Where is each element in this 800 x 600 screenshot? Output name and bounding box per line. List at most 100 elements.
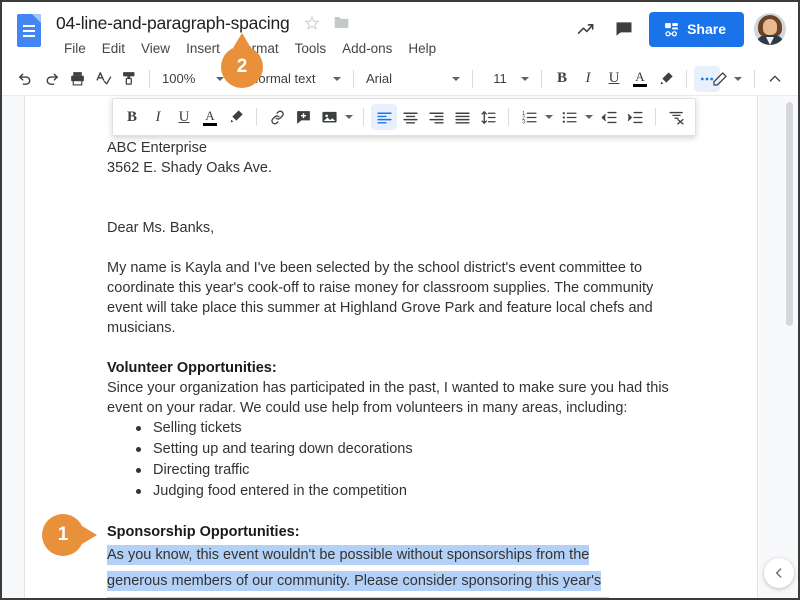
volunteer-bullet-list: Selling tickets Setting up and tearing d… (133, 418, 677, 502)
user-avatar[interactable] (754, 13, 786, 45)
address-line: 3562 E. Shady Oaks Ave. (107, 160, 272, 176)
font-size-value: 11 (493, 71, 507, 86)
list-item: Judging food entered in the competition (133, 481, 677, 502)
menu-addons[interactable]: Add-ons (334, 38, 400, 59)
volunteer-heading: Volunteer Opportunities: (107, 360, 277, 376)
svg-text:3: 3 (522, 119, 525, 125)
image-options-chevron-down-icon[interactable] (342, 104, 356, 130)
share-button[interactable]: Share (649, 11, 744, 47)
collapse-chevron-up-icon[interactable] (762, 66, 788, 92)
bulleted-list-chevron-down-icon[interactable] (582, 104, 596, 130)
insert-image-icon[interactable] (316, 104, 342, 130)
decrease-indent-icon[interactable] (596, 104, 622, 130)
chevron-left-icon[interactable] (764, 558, 794, 588)
font-family-select[interactable]: Arial (361, 68, 465, 89)
list-item: Selling tickets (133, 418, 677, 439)
undo-icon[interactable] (12, 66, 38, 92)
paint-format-icon[interactable] (116, 66, 142, 92)
menu-file[interactable]: File (56, 38, 94, 59)
edit-mode-pencil-icon (712, 71, 728, 87)
align-justify-icon[interactable] (449, 104, 475, 130)
volunteer-paragraph: Since your organization has participated… (107, 380, 669, 416)
callout-badge-1: 1 (42, 514, 97, 556)
bold-button[interactable]: B (549, 66, 575, 92)
folder-icon[interactable] (333, 15, 350, 30)
popup-text-color-button[interactable]: A (197, 104, 223, 130)
chevron-down-icon (521, 76, 529, 81)
document-area: ABC Enterprise 3562 E. Shady Oaks Ave. D… (2, 96, 798, 598)
highlight-pen-icon[interactable] (223, 104, 249, 130)
clear-formatting-icon[interactable] (663, 104, 689, 130)
numbered-list-icon[interactable]: 1 2 3 (516, 104, 542, 130)
menu-insert[interactable]: Insert (178, 38, 228, 59)
sponsorship-paragraph-selected[interactable]: As you know, this event wouldn't be poss… (107, 542, 677, 598)
floating-format-toolbar: B I U A 1 2 3 (112, 98, 696, 136)
add-comment-icon[interactable] (290, 104, 316, 130)
menu-tools[interactable]: Tools (287, 38, 335, 59)
bulleted-list-icon[interactable] (556, 104, 582, 130)
numbered-list-chevron-down-icon[interactable] (542, 104, 556, 130)
popup-underline-button[interactable]: U (171, 104, 197, 130)
font-size-select[interactable]: 11 (480, 68, 534, 89)
italic-label: I (155, 108, 161, 125)
document-body[interactable]: ABC Enterprise 3562 E. Shady Oaks Ave. D… (107, 96, 677, 598)
list-item: Setting up and tearing down decorations (133, 439, 677, 460)
menu-edit[interactable]: Edit (94, 38, 133, 59)
chevron-down-icon (734, 77, 742, 81)
zoom-value: 100% (162, 71, 196, 86)
menu-help[interactable]: Help (400, 38, 444, 59)
vertical-scrollbar-thumb[interactable] (786, 102, 793, 326)
callout-badge-2: 2 (221, 33, 263, 88)
sponsorship-heading: Sponsorship Opportunities: (107, 524, 300, 540)
vertical-scrollbar[interactable] (784, 96, 796, 598)
share-button-label: Share (687, 21, 726, 37)
italic-button[interactable]: I (575, 66, 601, 92)
company-line: ABC Enterprise (107, 140, 207, 156)
text-color-swatch (633, 84, 647, 87)
underline-button[interactable]: U (601, 66, 627, 92)
line-spacing-icon[interactable] (475, 104, 501, 130)
app-header: 04-line-and-paragraph-spacing File Edit … (2, 2, 798, 62)
insert-link-icon[interactable] (264, 104, 290, 130)
salutation-line: Dear Ms. Banks, (107, 220, 215, 236)
text-color-label: A (635, 69, 645, 84)
activity-trend-icon[interactable] (567, 10, 605, 48)
header-actions: Share (567, 10, 786, 48)
selected-line: event so we can purchase decorations and… (107, 597, 609, 598)
edit-mode-select[interactable] (707, 68, 747, 90)
chevron-down-icon (452, 76, 460, 81)
underline-label: U (178, 108, 190, 125)
selected-line: As you know, this event wouldn't be poss… (107, 545, 590, 565)
menu-view[interactable]: View (133, 38, 178, 59)
spellcheck-icon[interactable] (90, 66, 116, 92)
underline-label: U (608, 70, 620, 86)
zoom-select[interactable]: 100% (157, 68, 229, 89)
print-icon[interactable] (64, 66, 90, 92)
text-color-swatch (203, 122, 217, 126)
main-toolbar: 100% Normal text Arial 11 B I U A (2, 62, 798, 96)
list-item: Directing traffic (133, 460, 677, 481)
comment-icon[interactable] (605, 10, 643, 48)
popup-bold-button[interactable]: B (119, 104, 145, 130)
align-right-icon[interactable] (423, 104, 449, 130)
italic-label: I (585, 70, 591, 86)
star-outline-icon[interactable] (304, 15, 320, 31)
intro-paragraph: My name is Kayla and I've been selected … (107, 260, 654, 336)
highlight-pen-icon[interactable] (653, 66, 679, 92)
text-color-label: A (205, 107, 215, 123)
align-center-icon[interactable] (397, 104, 423, 130)
popup-italic-button[interactable]: I (145, 104, 171, 130)
bold-label: B (556, 70, 567, 86)
share-lock-icon (663, 21, 680, 38)
align-left-icon[interactable] (371, 104, 397, 130)
document-page[interactable]: ABC Enterprise 3562 E. Shady Oaks Ave. D… (24, 96, 758, 598)
callout-badge-2-number: 2 (236, 56, 248, 77)
increase-indent-icon[interactable] (622, 104, 648, 130)
redo-icon[interactable] (38, 66, 64, 92)
font-family-value: Arial (366, 71, 393, 86)
text-color-button[interactable]: A (627, 66, 653, 92)
selected-line: generous members of our community. Pleas… (107, 571, 602, 591)
document-title[interactable]: 04-line-and-paragraph-spacing (56, 8, 290, 34)
google-docs-logo (14, 12, 44, 50)
toolbar-right-group (707, 62, 788, 96)
